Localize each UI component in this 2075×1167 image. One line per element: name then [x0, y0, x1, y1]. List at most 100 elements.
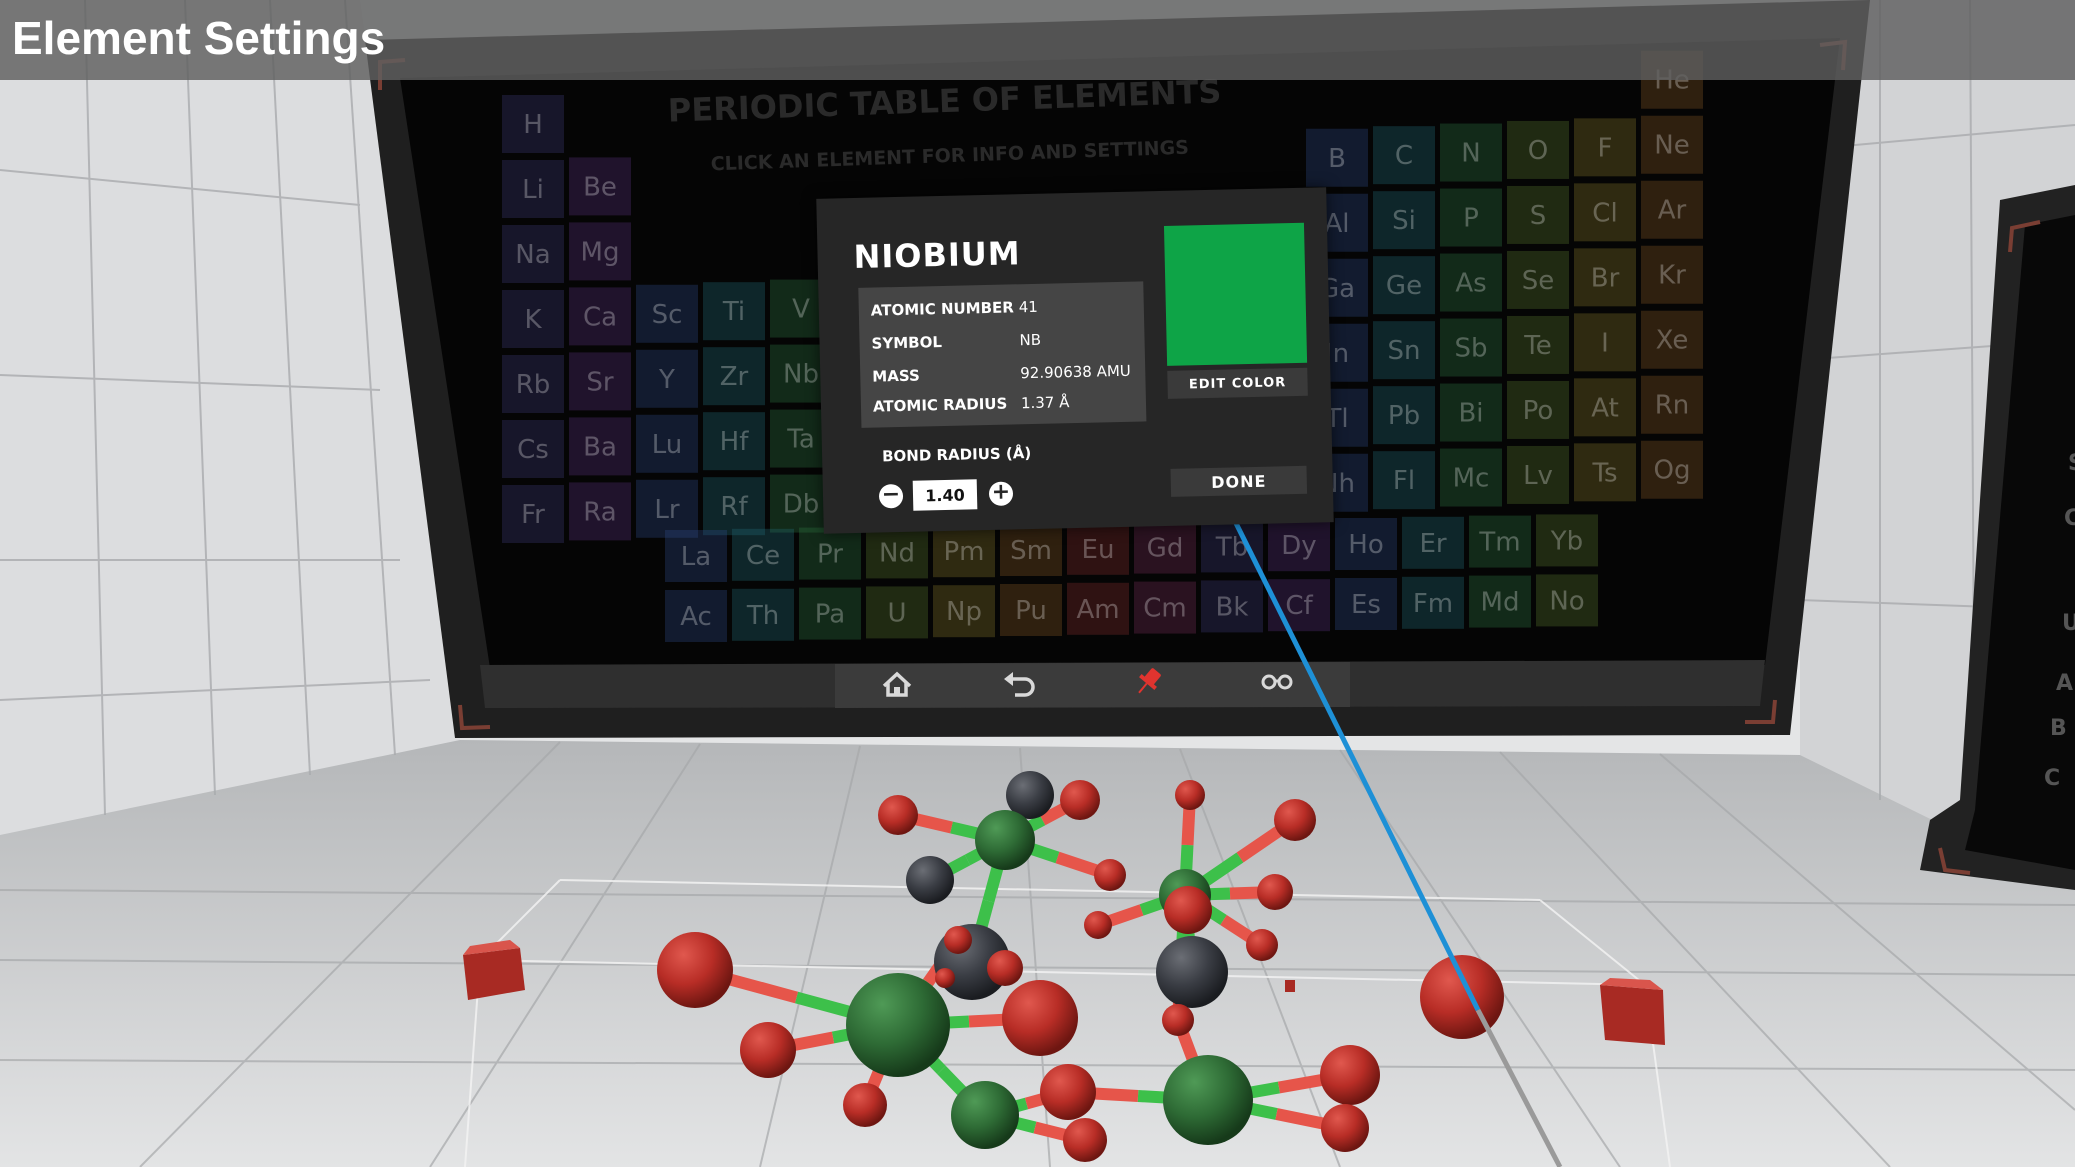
element-cell[interactable]: Mg — [569, 222, 631, 281]
element-cell[interactable]: Sc — [636, 284, 698, 343]
oxygen-atom[interactable] — [1060, 780, 1100, 820]
oxygen-atom[interactable] — [944, 926, 972, 954]
element-cell[interactable]: Tm — [1469, 515, 1531, 568]
element-cell[interactable]: Sb — [1440, 318, 1502, 377]
element-cell[interactable]: Sr — [569, 352, 631, 411]
element-cell[interactable]: Mc — [1440, 448, 1502, 507]
element-cell[interactable]: Li — [502, 160, 564, 218]
element-cell[interactable]: Ar — [1641, 180, 1703, 239]
niobium-atom[interactable] — [951, 1081, 1019, 1149]
element-cell[interactable]: Am — [1067, 582, 1129, 635]
element-cell[interactable]: I — [1574, 313, 1636, 372]
oxygen-atom[interactable] — [1002, 980, 1078, 1056]
element-cell[interactable]: O — [1507, 120, 1569, 179]
element-cell[interactable]: Yb — [1536, 514, 1598, 567]
undo-button[interactable] — [991, 661, 1051, 705]
element-cell[interactable]: Fm — [1402, 576, 1464, 629]
element-cell[interactable]: Rf — [703, 477, 765, 536]
element-cell[interactable]: Fr — [502, 485, 564, 543]
element-cell[interactable]: Se — [1507, 250, 1569, 309]
niobium-atom[interactable] — [975, 810, 1035, 870]
element-cell[interactable]: Th — [732, 588, 794, 641]
element-cell[interactable]: Pu — [1000, 584, 1062, 636]
element-cell[interactable]: Lu — [636, 414, 698, 473]
element-cell[interactable]: Cm — [1134, 581, 1196, 634]
oxygen-atom[interactable] — [1084, 911, 1112, 939]
oxygen-atom[interactable] — [987, 950, 1023, 986]
element-cell[interactable]: Ho — [1335, 518, 1397, 570]
oxygen-atom[interactable] — [1094, 859, 1126, 891]
element-cell[interactable]: Ca — [569, 287, 631, 346]
element-cell[interactable]: Hf — [703, 412, 765, 471]
element-cell[interactable]: Sm — [1000, 524, 1062, 576]
element-cell[interactable]: H — [502, 95, 564, 153]
element-cell[interactable]: Np — [933, 585, 995, 638]
element-cell[interactable]: Xe — [1641, 310, 1703, 369]
view-button[interactable] — [1247, 660, 1307, 704]
oxygen-atom[interactable] — [1274, 799, 1316, 841]
element-cell[interactable]: Md — [1469, 575, 1531, 628]
oxygen-atom[interactable] — [1063, 1118, 1107, 1162]
niobium-atom[interactable] — [846, 973, 950, 1077]
element-cell[interactable]: Kr — [1641, 245, 1703, 304]
oxygen-atom[interactable] — [1321, 1104, 1369, 1152]
oxygen-atom[interactable] — [1175, 780, 1205, 810]
element-cell[interactable]: U — [866, 586, 928, 639]
element-cell[interactable]: Ac — [665, 590, 727, 642]
element-cell[interactable]: Tb — [1201, 520, 1263, 573]
element-cell[interactable]: La — [665, 530, 727, 582]
element-cell[interactable]: Y — [636, 349, 698, 408]
bond-radius-input[interactable] — [912, 479, 978, 511]
element-color-swatch[interactable] — [1163, 222, 1308, 366]
element-cell[interactable]: Ra — [569, 482, 631, 541]
element-cell[interactable]: Rn — [1641, 375, 1703, 434]
element-cell[interactable]: Bi — [1440, 383, 1502, 442]
element-cell[interactable]: Lr — [636, 479, 698, 538]
element-cell[interactable]: Nd — [866, 526, 928, 579]
element-cell[interactable]: Na — [502, 225, 564, 283]
home-button[interactable] — [867, 662, 927, 706]
niobium-atom[interactable] — [1163, 1055, 1253, 1145]
element-cell[interactable]: Dy — [1268, 519, 1330, 572]
element-cell[interactable]: Gd — [1134, 521, 1196, 574]
oxygen-atom[interactable] — [843, 1083, 887, 1127]
oxygen-atom[interactable] — [878, 795, 918, 835]
element-cell[interactable]: Er — [1402, 516, 1464, 569]
oxygen-atom[interactable] — [740, 1022, 796, 1078]
oxygen-atom[interactable] — [1320, 1045, 1380, 1105]
element-cell[interactable]: Pr — [799, 527, 861, 580]
element-cell[interactable]: N — [1440, 123, 1502, 182]
element-cell[interactable]: Fl — [1373, 451, 1435, 510]
oxygen-atom[interactable] — [1040, 1064, 1096, 1120]
element-cell[interactable]: At — [1574, 378, 1636, 437]
element-cell[interactable]: P — [1440, 188, 1502, 247]
element-cell[interactable]: B — [1306, 128, 1368, 187]
element-cell[interactable]: No — [1536, 574, 1598, 627]
element-cell[interactable]: Lv — [1507, 445, 1569, 504]
element-cell[interactable]: S — [1507, 185, 1569, 244]
element-cell[interactable]: Pa — [799, 587, 861, 640]
edit-color-button[interactable]: EDIT COLOR — [1167, 367, 1308, 399]
element-cell[interactable]: Ba — [569, 417, 631, 476]
element-cell[interactable]: Og — [1641, 440, 1703, 499]
carbon-atom[interactable] — [906, 856, 954, 904]
element-cell[interactable]: Ge — [1373, 256, 1435, 315]
decrease-bond-radius-button[interactable]: − — [878, 482, 904, 509]
oxygen-atom[interactable] — [1246, 929, 1278, 961]
done-button[interactable]: DONE — [1170, 465, 1308, 497]
element-cell[interactable]: Ce — [732, 528, 794, 581]
element-cell[interactable]: Br — [1574, 248, 1636, 307]
pin-button[interactable] — [1118, 660, 1178, 704]
element-cell[interactable]: Zr — [703, 347, 765, 406]
element-cell[interactable]: C — [1373, 126, 1435, 185]
element-cell[interactable]: Be — [569, 157, 631, 216]
oxygen-atom[interactable] — [657, 932, 733, 1008]
element-cell[interactable]: Ts — [1574, 443, 1636, 502]
element-cell[interactable]: Pm — [933, 525, 995, 578]
oxygen-atom[interactable] — [1257, 874, 1293, 910]
element-cell[interactable]: Rb — [502, 355, 564, 413]
element-cell[interactable]: Ne — [1641, 115, 1703, 174]
oxygen-atom[interactable] — [1420, 955, 1504, 1039]
element-cell[interactable]: Te — [1507, 315, 1569, 374]
oxygen-atom[interactable] — [1164, 886, 1212, 934]
